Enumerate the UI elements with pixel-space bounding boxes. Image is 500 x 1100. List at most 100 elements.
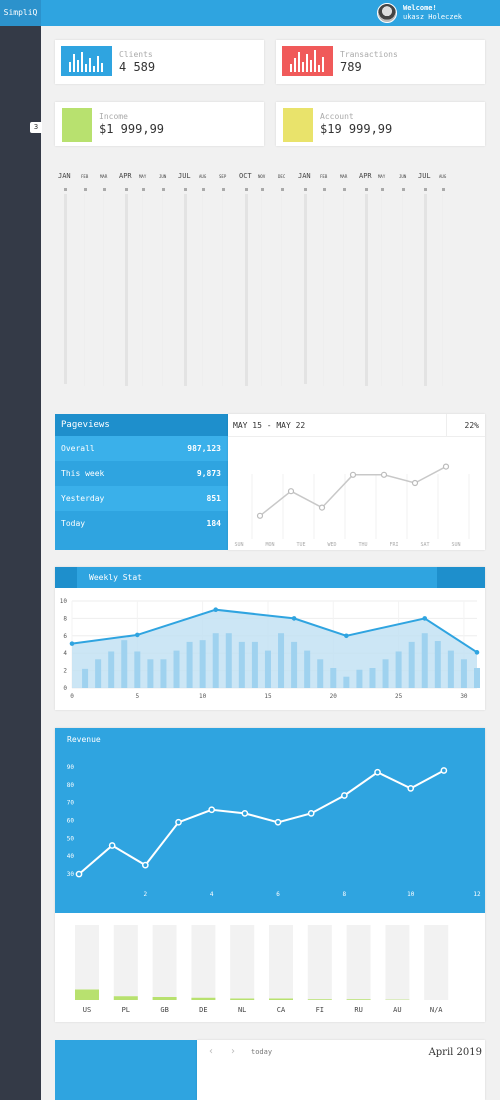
calendar-month-title: April 2019 [428,1047,482,1058]
timeline-column [281,194,282,386]
weekly-bar [173,650,180,688]
user-avatar[interactable] [377,3,397,23]
weekly-bar [343,676,350,688]
timeline-column [184,194,187,386]
pageviews-row: Today 184 [55,511,228,536]
account-icon [283,108,313,142]
timeline-month-label: MAY [139,174,147,179]
y-tick-label: 40 [67,853,75,860]
day-tick-label: TUE [296,542,305,548]
country-label: CA [277,1006,286,1014]
y-tick-label: 90 [67,764,75,771]
y-tick-label: 0 [63,685,67,692]
next-month-button[interactable]: › [231,1046,235,1057]
country-bar [346,999,371,1000]
weekly-bar [356,669,363,688]
timeline-marker [424,188,427,191]
pageviews-row-label: Yesterday [61,494,105,503]
weekly-bar [186,641,193,688]
today-button[interactable]: today [251,1048,272,1056]
x-tick-label: 25 [395,693,403,700]
pageviews-data-point [256,512,264,519]
x-tick-label: 0 [70,693,74,700]
country-label: NL [238,1006,246,1014]
weekly-bar [278,633,285,688]
country-label: AU [393,1006,401,1014]
pageviews-data-point [380,471,388,478]
clients-label: Clients [119,50,153,59]
weekly-bar [82,668,89,688]
timeline-marker [281,188,284,191]
income-label: Income [99,112,128,121]
x-tick-label: 12 [473,891,481,898]
x-tick-label: 2 [144,891,148,898]
sidebar [0,26,41,1100]
country-bar-track [307,925,332,1000]
y-tick-label: 2 [63,668,67,675]
weekly-data-point [213,607,219,612]
pageviews-row-value: 184 [206,519,221,528]
timeline-column [245,194,248,386]
timeline-month-label: APR [359,172,372,180]
weekly-bar [447,650,454,688]
weekly-bar [264,650,271,688]
pageviews-row-label: Overall [61,444,95,453]
timeline-column [343,194,344,386]
country-bar [307,999,332,1000]
timeline-month-label: JAN [58,172,71,180]
country-bar-track [424,925,449,1000]
timeline-month-label: SEP [219,174,227,179]
y-tick-label: 50 [67,835,75,842]
country-label: N/A [430,1006,443,1014]
timeline-marker [381,188,384,191]
country-bar [269,998,293,1000]
weekly-data-point [344,633,349,639]
calendar: ‹ › today April 2019 [197,1040,485,1100]
pageviews-data-point [318,504,326,511]
country-bar-track [75,925,99,1000]
brand-logo[interactable]: SimpliQ [0,0,41,26]
weekly-data-point [291,616,297,621]
country-bar-track [269,925,293,1000]
x-tick-label: 20 [330,693,338,700]
timeline-marker [365,188,368,191]
weekly-area-fill [72,609,477,688]
day-tick-label: MON [265,542,274,548]
country-bar [191,997,216,1000]
country-bar-track [152,925,177,1000]
welcome-text: Welcome! [403,4,437,12]
revenue-data-point [341,792,348,799]
income-icon [62,108,92,142]
weekly-bar [408,641,415,688]
weekly-stat-card: Weekly Stat 0 2 4 6 8 10 0 5 10 15 20 25 30 [55,567,485,710]
timeline-marker [343,188,346,191]
user-welcome[interactable]: Welcome! ukasz Holeczek [403,4,462,22]
day-tick-label: SAT [420,542,429,548]
y-tick-label: 60 [67,818,75,825]
country-bar [75,989,99,1000]
weekly-bar [395,651,402,688]
timeline-column [365,194,368,386]
weekly-bar [95,659,102,688]
y-tick-label: 6 [63,633,67,640]
timeline-month-label: MAR [340,174,348,179]
account-value: $19 999,99 [320,122,393,136]
pageviews-row-value: 9,873 [196,469,221,478]
timeline-marker [245,188,248,191]
income-card: Income $1 999,99 [55,102,264,146]
revenue-data-point [175,818,182,826]
revenue-data-point [241,810,249,817]
y-tick-label: 10 [60,598,68,605]
pageviews-data-point [411,479,419,487]
weekly-bar [238,641,245,688]
pageviews-data-point [287,488,295,495]
prev-month-button[interactable]: ‹ [209,1046,213,1057]
weekly-bar [434,641,441,688]
weekly-data-point [69,641,75,646]
y-tick-label: 30 [67,871,75,878]
revenue-card: Revenue 30 40 50 60 70 80 90 2 4 6 8 10 12 US PL GB DE N… [55,728,485,1022]
timeline-month-label: APR [119,172,132,180]
transactions-label: Transactions [340,50,398,59]
weekly-bar [199,640,206,688]
sidebar-badge[interactable]: 3 [30,122,42,133]
